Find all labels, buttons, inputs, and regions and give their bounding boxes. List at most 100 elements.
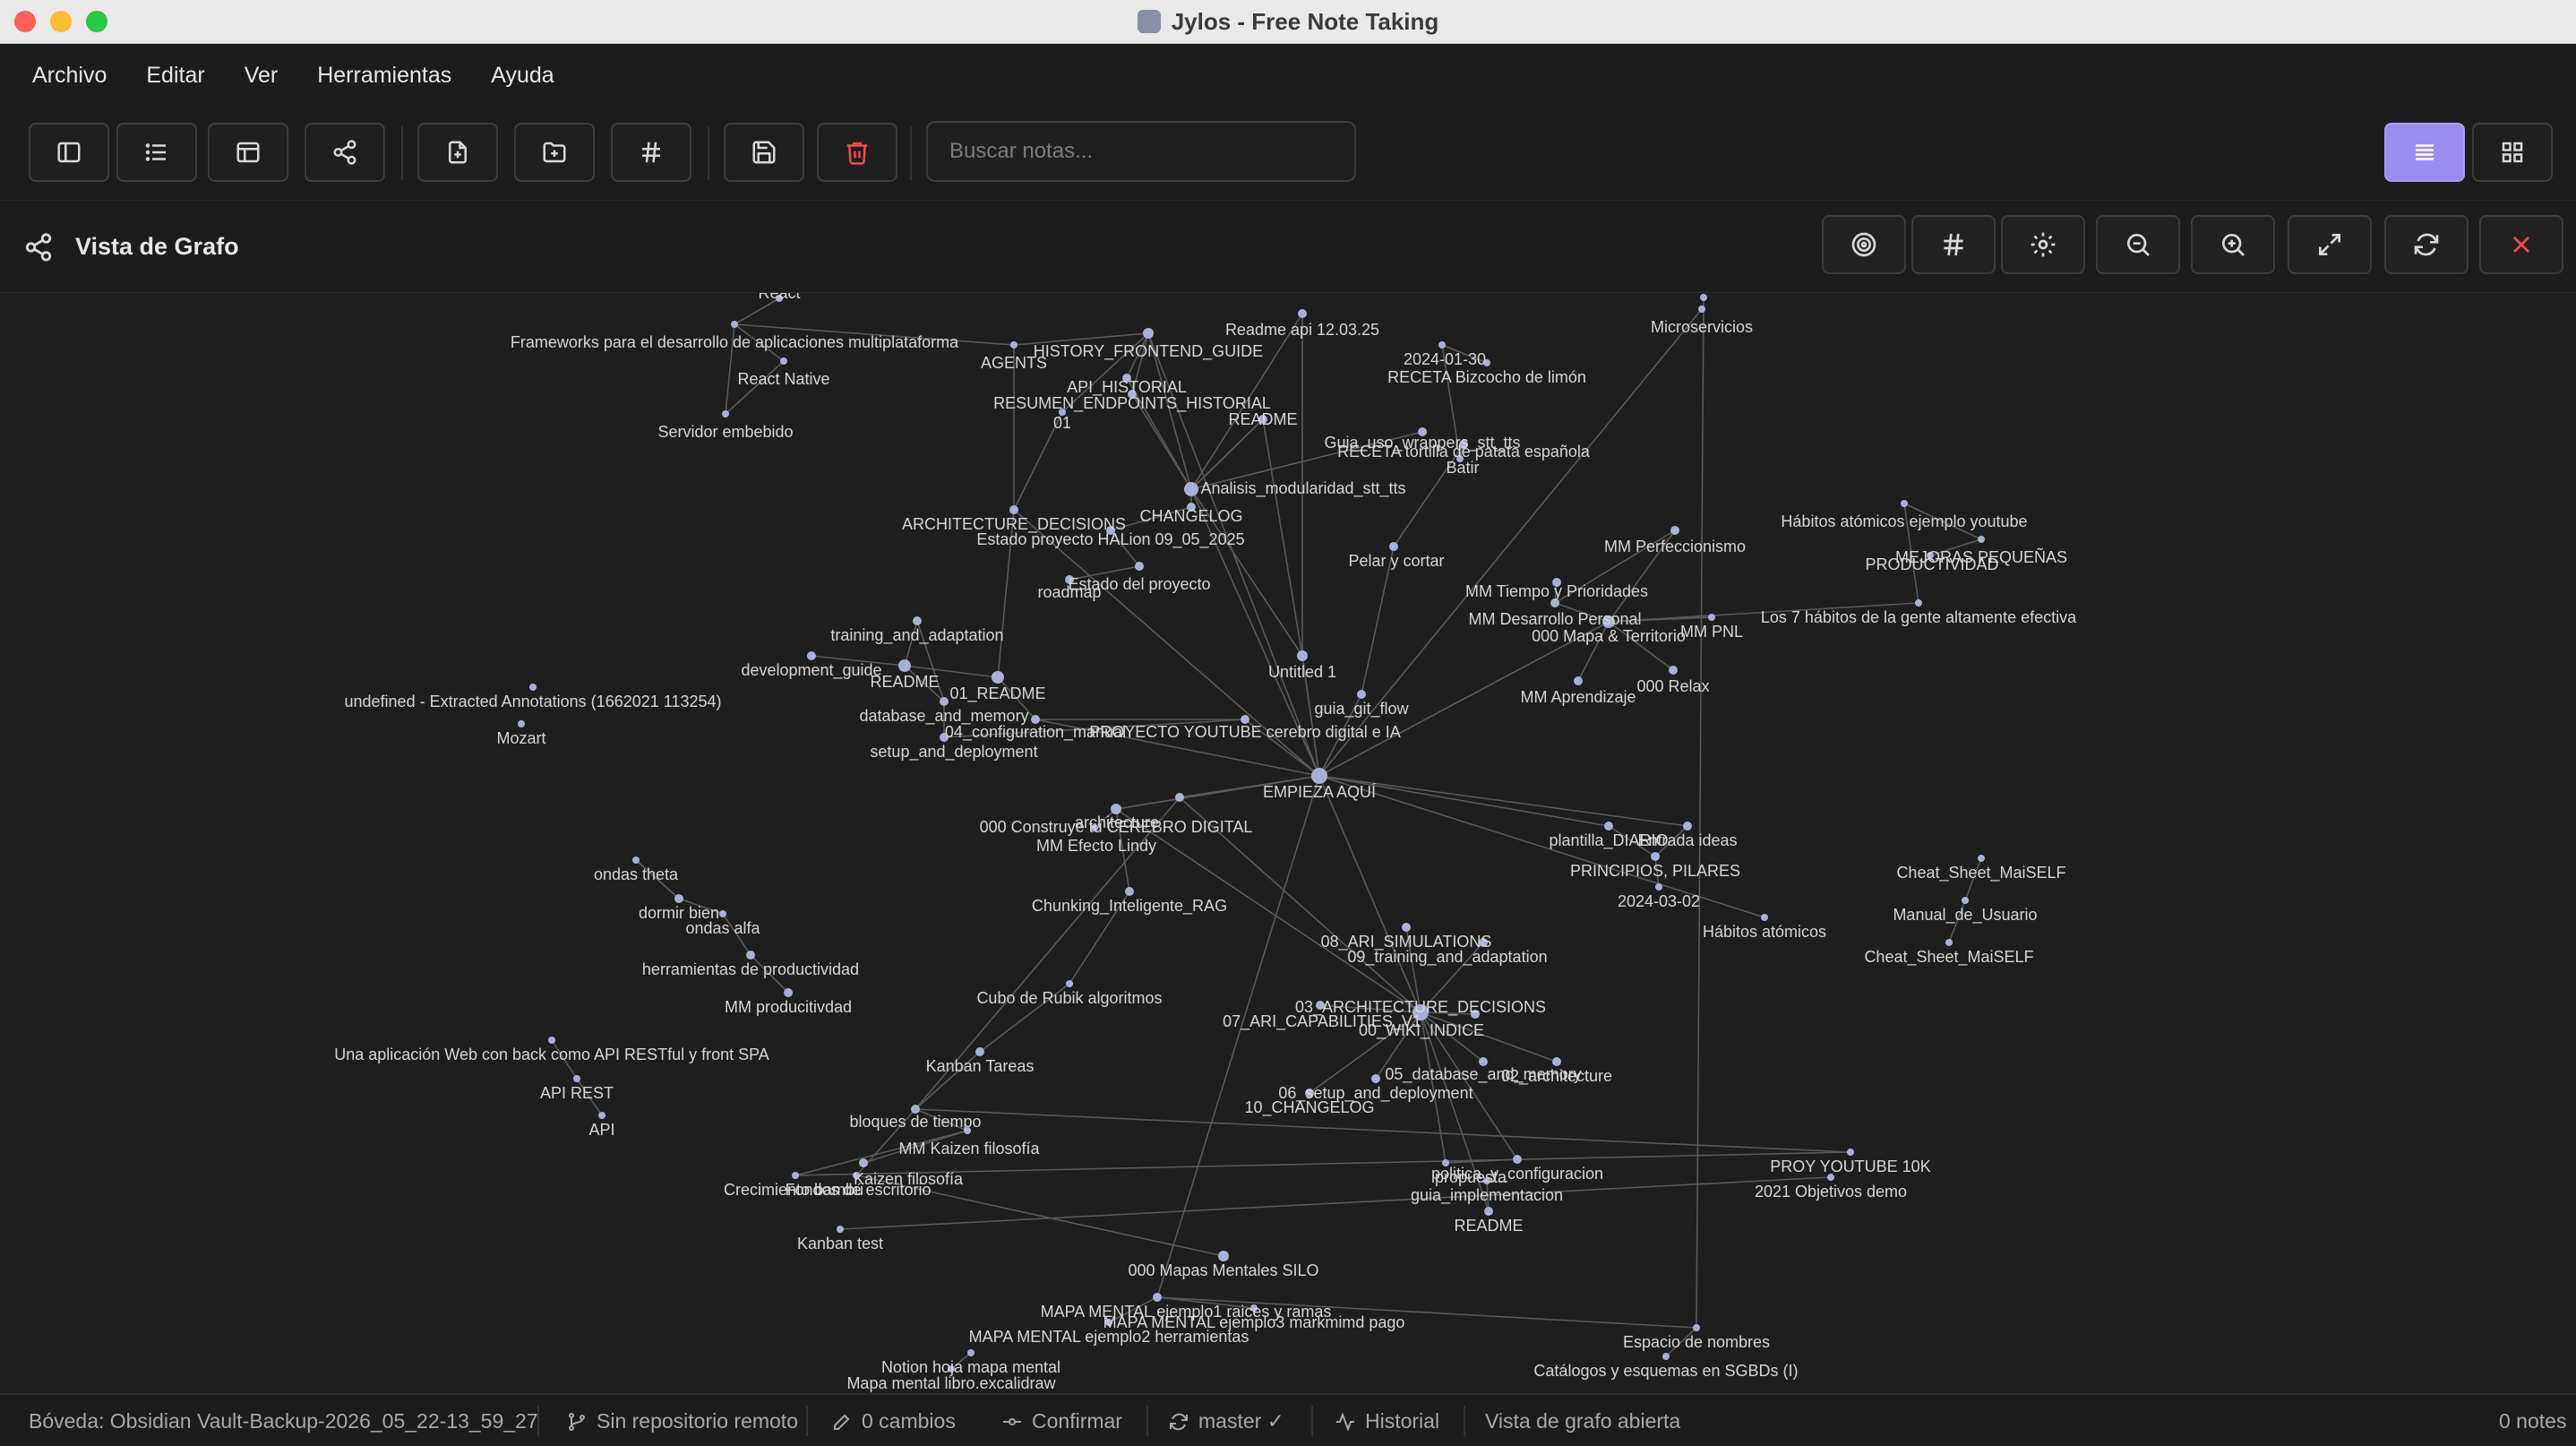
graph-node-label[interactable]: development_guide	[741, 661, 881, 680]
graph-node[interactable]	[1143, 328, 1154, 339]
graph-node-label[interactable]: guia_implementacion	[1411, 1186, 1563, 1205]
graph-node-label[interactable]: herramientas de productividad	[642, 960, 859, 978]
graph-node-label[interactable]: architecture	[1075, 813, 1159, 831]
graph-node[interactable]	[1978, 536, 1985, 543]
tags-button[interactable]	[611, 123, 691, 182]
graph-node-label[interactable]: README	[1454, 1217, 1523, 1235]
graph-node-label[interactable]: 000 Relax	[1636, 677, 1709, 695]
graph-node-label[interactable]: Readme api 12.03.25	[1225, 321, 1379, 339]
graph-node[interactable]	[837, 1226, 844, 1233]
graph-node-label[interactable]: Pelar y cortar	[1348, 552, 1444, 570]
graph-node[interactable]	[573, 1075, 580, 1082]
outline-button[interactable]	[116, 123, 197, 182]
graph-node-label[interactable]: bloques de tiempo	[849, 1113, 981, 1131]
save-button[interactable]	[724, 123, 804, 182]
graph-node-label[interactable]: MM Efecto Lindy	[1036, 837, 1156, 855]
graph-node-label[interactable]: MM Kaizen filosofía	[898, 1140, 1040, 1158]
graph-node-label[interactable]: Cubo de Rubik algoritmos	[976, 989, 1162, 1007]
graph-node-label[interactable]: PRODUCTIVIDAD	[1865, 555, 1998, 573]
graph-node[interactable]	[1298, 309, 1307, 318]
graph-node-label[interactable]: RECETA tortilla de patata española	[1337, 443, 1591, 460]
graph-node-label[interactable]: 01_README	[949, 684, 1045, 703]
graph-node-label[interactable]: React Native	[737, 370, 829, 388]
graph-node-label[interactable]: Analisis_modularidad_stt_tts	[1200, 479, 1405, 498]
zoom-out-button[interactable]	[2096, 215, 2180, 274]
graph-node-label[interactable]: API REST	[540, 1084, 614, 1102]
graph-node[interactable]	[1135, 562, 1144, 571]
graph-node-label[interactable]: Entrada ideas	[1637, 831, 1737, 849]
graph-tags-button[interactable]	[1911, 215, 1996, 274]
graph-node[interactable]	[1311, 768, 1327, 784]
graph-node[interactable]	[1700, 294, 1707, 301]
graph-node-label[interactable]: 2021 Objetivos demo	[1755, 1183, 1907, 1201]
graph-node-label[interactable]: README	[1228, 410, 1297, 428]
graph-node[interactable]	[992, 671, 1004, 684]
graph-node[interactable]	[1698, 306, 1705, 313]
graph-node[interactable]	[1761, 914, 1768, 921]
graph-node-label[interactable]: training_and_adaptation	[830, 626, 1003, 645]
graph-node[interactable]	[1389, 542, 1398, 551]
graph-node-label[interactable]: Una aplicación Web con back como API RES…	[334, 1046, 769, 1063]
graph-node-label[interactable]: 000 Mapa & Territorio	[1532, 627, 1686, 645]
graph-node-label[interactable]: HISTORY_FRONTEND_GUIDE	[1034, 342, 1263, 361]
graph-node[interactable]	[548, 1037, 555, 1044]
graph-node[interactable]	[1978, 855, 1985, 862]
graph-node-label[interactable]: API	[588, 1121, 614, 1139]
graph-node[interactable]	[1604, 822, 1613, 831]
menu-ayuda[interactable]: Ayuda	[491, 63, 554, 89]
graph-node[interactable]	[1371, 1074, 1380, 1083]
graph-node[interactable]	[1066, 980, 1073, 987]
graph-node[interactable]	[1402, 923, 1411, 932]
menu-ver[interactable]: Ver	[245, 63, 279, 89]
graph-node[interactable]	[518, 720, 525, 727]
graph-node[interactable]	[1915, 599, 1922, 607]
graph-node[interactable]	[898, 659, 911, 672]
graph-node-label[interactable]: Mapa mental libro.excalidraw	[846, 1374, 1056, 1392]
graph-node-label[interactable]: 01	[1053, 414, 1071, 432]
graph-canvas[interactable]: React Frameworks para el desarrollo de ap…	[0, 293, 2576, 1392]
menu-editar[interactable]: Editar	[146, 63, 204, 89]
graph-node[interactable]	[913, 616, 922, 625]
graph-node[interactable]	[1847, 1149, 1854, 1156]
refresh-graph-button[interactable]	[2384, 215, 2469, 274]
graph-node-label[interactable]: 000 Mapas Mentales SILO	[1128, 1261, 1318, 1279]
graph-node-label[interactable]: propuesta	[1435, 1168, 1507, 1186]
graph-node[interactable]	[975, 1047, 984, 1056]
graph-node-label[interactable]: Cheat_Sheet_MaiSELF	[1864, 948, 2033, 967]
graph-node[interactable]	[529, 684, 537, 691]
graph-node-label[interactable]: setup_and_deployment	[870, 743, 1037, 762]
graph-node[interactable]	[598, 1112, 605, 1119]
graph-node-label[interactable]: CHANGELOG	[1139, 507, 1242, 525]
grid-view-button[interactable]	[2472, 123, 2553, 182]
graph-node-label[interactable]: 02_architecture	[1501, 1067, 1612, 1086]
graph-node[interactable]	[967, 1349, 975, 1356]
graph-node-label[interactable]: Kanban Tareas	[926, 1057, 1035, 1075]
graph-node[interactable]	[1218, 1251, 1229, 1261]
graph-node[interactable]	[1175, 793, 1184, 802]
graph-node[interactable]	[784, 988, 793, 997]
graph-node-label[interactable]: Espacio de nombres	[1623, 1333, 1770, 1351]
graph-node-label[interactable]: 2024-01-30	[1404, 350, 1486, 368]
fit-view-button[interactable]	[2288, 215, 2372, 274]
graph-node-label[interactable]: PRINCIPIOS, PILARES	[1570, 862, 1740, 880]
graph-node-label[interactable]: MM producitivdad	[725, 998, 852, 1016]
menu-archivo[interactable]: Archivo	[32, 63, 107, 89]
menu-herramientas[interactable]: Herramientas	[317, 63, 451, 89]
list-view-button[interactable]	[2384, 123, 2465, 182]
graph-node-label[interactable]: Mozart	[496, 729, 545, 747]
graph-node[interactable]	[807, 651, 816, 660]
graph-node-label[interactable]: MM Perfeccionismo	[1604, 538, 1746, 555]
graph-node[interactable]	[1651, 852, 1660, 861]
graph-node-label[interactable]: Kanban test	[797, 1235, 883, 1252]
graph-node-label[interactable]: MAPA MENTAL ejemplo2 herramientas	[969, 1328, 1249, 1346]
graph-node[interactable]	[1153, 1293, 1162, 1302]
graph-node-label[interactable]: ondas alfa	[685, 919, 760, 937]
branch-status[interactable]: master ✓	[1168, 1409, 1284, 1433]
graph-node[interactable]	[1513, 1155, 1522, 1164]
graph-node[interactable]	[1670, 526, 1679, 535]
graph-node-label[interactable]: PROY YOUTUBE 10K	[1770, 1158, 1930, 1175]
close-graph-button[interactable]	[2479, 215, 2563, 274]
layout-button[interactable]	[208, 123, 288, 182]
graph-view-button[interactable]	[305, 123, 385, 182]
delete-button[interactable]	[817, 123, 897, 182]
